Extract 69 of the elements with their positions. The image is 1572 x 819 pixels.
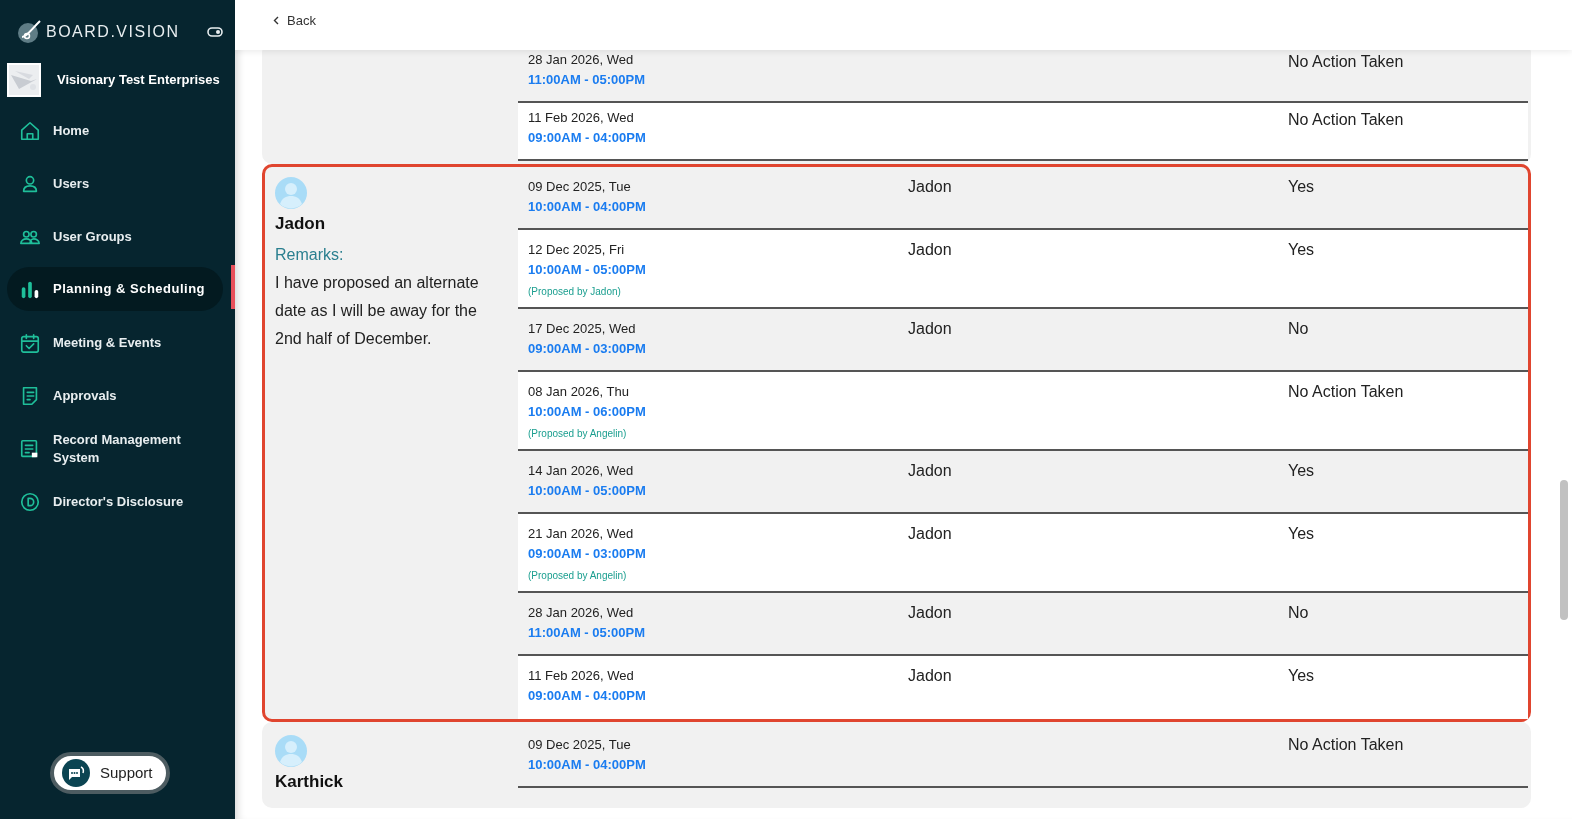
response-text: Yes: [1288, 667, 1315, 684]
slot-time: 09:00AM - 03:00PM: [528, 340, 647, 358]
response-text: Yes: [1288, 462, 1315, 479]
organization-name: Visionary Test Enterprises: [57, 71, 220, 90]
responder-name: Jadon: [908, 462, 952, 479]
participant-name: Karthick: [275, 771, 345, 793]
chevron-left-icon: [273, 16, 279, 26]
slot-date: 28 Jan 2026, Wed: [528, 51, 635, 69]
toggle-icon[interactable]: [207, 26, 223, 38]
slot-date: 17 Dec 2025, Wed: [528, 320, 637, 338]
slot-date: 11 Feb 2026, Wed: [528, 667, 635, 685]
sidebar-item[interactable]: Users: [7, 157, 223, 210]
proposed-note: (Proposed by Angelin): [528, 569, 628, 583]
calendar-check-icon: [19, 331, 41, 354]
slot-time: 10:00AM - 05:00PM: [528, 261, 647, 279]
slot-date: 11 Feb 2026, Wed: [528, 109, 635, 127]
slot-date: 28 Jan 2026, Wed: [528, 604, 635, 622]
proposed-note: (Proposed by Jadon): [528, 285, 622, 299]
response-text: No: [1288, 604, 1309, 621]
back-link[interactable]: Back: [273, 11, 316, 31]
avatar-icon: [275, 735, 307, 767]
slot-date: 08 Jan 2026, Thu: [528, 383, 630, 401]
logo-icon: [16, 19, 42, 45]
remarks-text: I have proposed an alternate date as I will be away for the 2nd half of December.: [275, 272, 480, 349]
response-text: No: [1288, 320, 1309, 337]
slot-date: 14 Jan 2026, Wed: [528, 462, 635, 480]
slot-time: 09:00AM - 03:00PM: [528, 545, 647, 563]
slot-time: 10:00AM - 04:00PM: [528, 198, 647, 216]
slot-time: 10:00AM - 05:00PM: [528, 482, 647, 500]
slot-time: 09:00AM - 04:00PM: [528, 129, 647, 147]
slot-date: 21 Jan 2026, Wed: [528, 525, 635, 543]
response-text: No Action Taken: [1288, 111, 1404, 128]
sidebar-item[interactable]: Director's Disclosure: [7, 475, 223, 528]
avatar-icon: [275, 177, 307, 209]
slot-date: 09 Dec 2025, Tue: [528, 178, 632, 196]
response-text: No Action Taken: [1288, 736, 1404, 753]
responder-name: Jadon: [908, 178, 952, 195]
sidebar-item[interactable]: Meeting & Events: [7, 316, 223, 369]
slot-time: 11:00AM - 05:00PM: [528, 71, 647, 89]
responder-name: Jadon: [908, 667, 952, 684]
slot-time: 10:00AM - 04:00PM: [528, 756, 647, 774]
responder-name: Jadon: [908, 525, 952, 542]
response-text: No Action Taken: [1288, 53, 1404, 70]
responder-name: Jadon: [908, 604, 952, 621]
active-indicator: [231, 265, 235, 309]
remarks-label: Remarks:: [275, 244, 345, 265]
response-text: No Action Taken: [1288, 383, 1404, 400]
responder-name: Jadon: [908, 320, 952, 337]
sidebar-item[interactable]: Home: [7, 104, 223, 157]
circle-letter-icon: [19, 490, 41, 513]
response-text: Yes: [1288, 241, 1315, 258]
home-icon: [19, 119, 41, 142]
brand-name: BOARD.VISION: [46, 22, 180, 42]
slot-time: 10:00AM - 06:00PM: [528, 403, 647, 421]
sidebar-item[interactable]: User Groups: [7, 210, 223, 263]
support-button[interactable]: Support: [50, 752, 170, 794]
slot-date: 09 Dec 2025, Tue: [528, 736, 632, 754]
sidebar-item[interactable]: Approvals: [7, 369, 223, 422]
responder-name: Jadon: [908, 241, 952, 258]
sidebar-item[interactable]: Record Management System: [7, 422, 223, 475]
slot-time: 09:00AM - 04:00PM: [528, 687, 647, 705]
proposed-note: (Proposed by Angelin): [528, 427, 628, 441]
slot-date: 12 Dec 2025, Fri: [528, 241, 626, 259]
response-text: Yes: [1288, 178, 1315, 195]
sidebar-item[interactable]: Planning & Scheduling: [7, 267, 223, 311]
participant-name: Jadon: [275, 213, 327, 235]
chat-icon: [62, 759, 90, 787]
response-text: Yes: [1288, 525, 1315, 542]
slot-time: 11:00AM - 05:00PM: [528, 624, 647, 642]
